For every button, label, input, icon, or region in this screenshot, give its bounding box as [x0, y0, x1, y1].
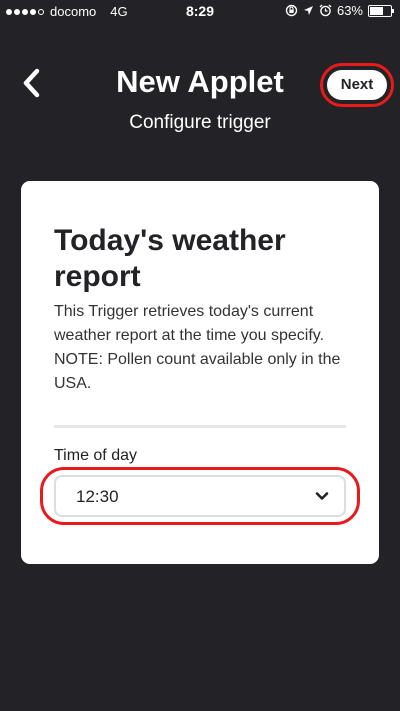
status-bar: docomo 4G 8:29 63% — [0, 0, 400, 22]
chevron-down-icon — [315, 492, 329, 500]
battery-fill — [370, 6, 383, 15]
next-button[interactable]: Next — [327, 70, 387, 100]
time-of-day-label: Time of day — [54, 447, 137, 464]
trigger-description: This Trigger retrieves today's current w… — [54, 303, 341, 392]
time-of-day-value: 12:30 — [76, 487, 119, 506]
page-subtitle: Configure trigger — [129, 112, 271, 133]
alarm-clock-icon — [319, 4, 332, 17]
trigger-title: Today's weather report — [54, 224, 286, 293]
time-of-day-select[interactable]: 12:30 — [54, 475, 346, 517]
divider — [54, 425, 346, 428]
battery-icon — [368, 4, 394, 17]
rotation-lock-icon — [285, 4, 298, 17]
battery-percent: 63% — [336, 3, 363, 18]
status-right: 63% — [285, 3, 394, 18]
location-arrow-icon — [303, 6, 313, 15]
trigger-card: Today's weather report This Trigger retr… — [21, 181, 379, 564]
